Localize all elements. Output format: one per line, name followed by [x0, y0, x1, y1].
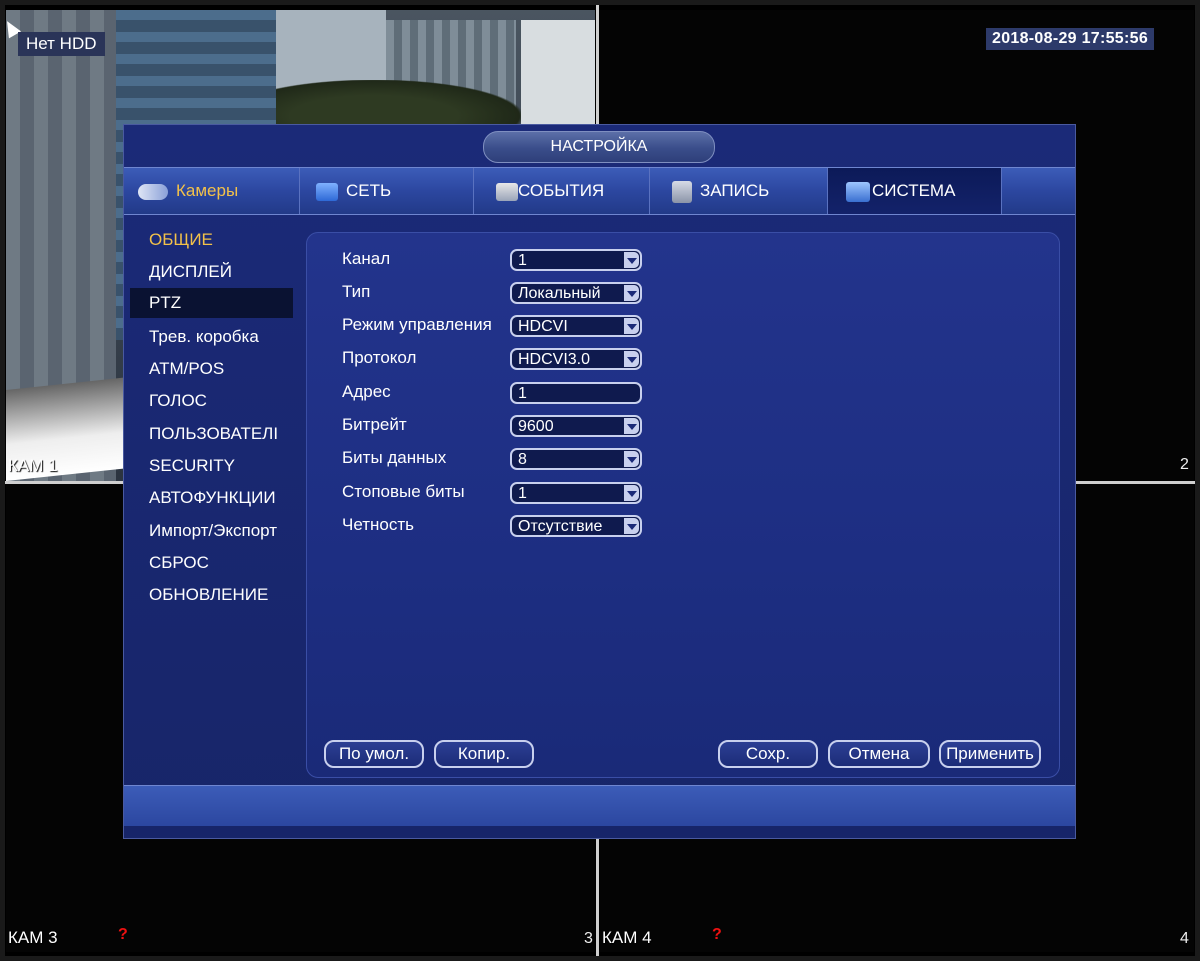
tab-record[interactable]: ЗАПИСЬ: [650, 168, 828, 214]
sidebar-item-ptz[interactable]: PTZ: [130, 288, 293, 318]
chevron-down-icon[interactable]: [624, 285, 639, 301]
datetime-display: 2018-08-29 17:55:56: [986, 28, 1155, 50]
chevron-down-icon[interactable]: [624, 252, 639, 268]
tab-label: СОБЫТИЯ: [518, 181, 605, 200]
network-icon: [316, 182, 338, 201]
field-label-baudrate: Битрейт: [342, 415, 407, 434]
field-label-stop-bits: Стоповые биты: [342, 482, 465, 501]
events-icon: [496, 182, 518, 201]
field-value: 9600: [518, 418, 554, 435]
field-label-channel: Канал: [342, 249, 391, 268]
copy-button[interactable]: Копир.: [434, 740, 534, 768]
field-value: Локальный: [518, 285, 601, 302]
tab-label: СЕТЬ: [346, 181, 392, 200]
field-label-parity: Четность: [342, 515, 414, 534]
chevron-down-icon[interactable]: [624, 318, 639, 334]
chevron-down-icon[interactable]: [624, 518, 639, 534]
main-tab-bar: Камеры СЕТЬ СОБЫТИЯ ЗАПИСЬ СИСТЕМА: [124, 167, 1075, 215]
field-value: 1: [518, 252, 527, 269]
sidebar-item-alarm-box[interactable]: Трев. коробка: [124, 322, 304, 352]
camera-icon: [138, 183, 168, 200]
tab-label: Камеры: [176, 181, 239, 200]
camera-number-2: 2: [1180, 456, 1189, 473]
default-button[interactable]: По умол.: [324, 740, 424, 768]
stop-bits-select[interactable]: 1: [510, 482, 642, 504]
building-right: [521, 20, 595, 130]
no-signal-icon: ?: [712, 926, 722, 943]
channel-select[interactable]: 1: [510, 249, 642, 271]
tab-system[interactable]: СИСТЕМА: [828, 168, 1002, 214]
sidebar-item-import-export[interactable]: Импорт/Экспорт: [124, 516, 304, 546]
field-value: 1: [518, 385, 527, 402]
cancel-button[interactable]: Отмена: [828, 740, 930, 768]
sidebar-item-general[interactable]: ОБЩИЕ: [124, 225, 304, 255]
address-input[interactable]: 1: [510, 382, 642, 404]
hdd-status: Нет HDD: [18, 32, 105, 56]
camera-label-3: КАМ 3: [8, 928, 58, 947]
save-button[interactable]: Сохр.: [718, 740, 818, 768]
camera-number-4: 4: [1180, 930, 1189, 947]
camera-number-3: 3: [584, 930, 593, 947]
tab-label: СИСТЕМА: [872, 181, 956, 200]
chevron-down-icon[interactable]: [624, 485, 639, 501]
field-label-data-bits: Биты данных: [342, 448, 447, 467]
sidebar-item-security[interactable]: SECURITY: [124, 451, 304, 481]
field-value: HDCVI: [518, 318, 568, 335]
sidebar-item-users[interactable]: ПОЛЬЗОВАТЕЛІ: [124, 419, 304, 449]
no-signal-icon: ?: [118, 926, 128, 943]
record-icon: [672, 180, 692, 203]
field-label-address: Адрес: [342, 382, 391, 401]
protocol-select[interactable]: HDCVI3.0: [510, 348, 642, 370]
tab-events[interactable]: СОБЫТИЯ: [474, 168, 650, 214]
chevron-down-icon[interactable]: [624, 418, 639, 434]
camera-label-4: КАМ 4: [602, 928, 652, 947]
system-icon: [846, 181, 870, 202]
sidebar-item-update[interactable]: ОБНОВЛЕНИЕ: [124, 580, 304, 610]
sidebar-item-auto-functions[interactable]: АВТОФУНКЦИИ: [124, 483, 304, 513]
field-label-protocol: Протокол: [342, 348, 417, 367]
sidebar-item-voice[interactable]: ГОЛОС: [124, 386, 304, 416]
field-value: HDCVI3.0: [518, 351, 591, 368]
ptz-settings-panel: Канал 1 Тип Локальный Режим управления H…: [306, 232, 1060, 778]
parity-select[interactable]: Отсутствие: [510, 515, 642, 537]
apply-button[interactable]: Применить: [939, 740, 1041, 768]
field-value: 8: [518, 451, 527, 468]
tab-cameras[interactable]: Камеры: [124, 168, 300, 214]
chevron-down-icon[interactable]: [624, 451, 639, 467]
type-select[interactable]: Локальный: [510, 282, 642, 304]
baudrate-select[interactable]: 9600: [510, 415, 642, 437]
sidebar-item-reset[interactable]: СБРОС: [124, 548, 304, 578]
field-value: 1: [518, 485, 527, 502]
settings-window: НАСТРОЙКА Камеры СЕТЬ СОБЫТИЯ ЗАПИСЬ СИС…: [123, 124, 1076, 839]
window-title: НАСТРОЙКА: [483, 131, 715, 163]
field-value: Отсутствие: [518, 518, 603, 535]
control-mode-select[interactable]: HDCVI: [510, 315, 642, 337]
field-label-type: Тип: [342, 282, 371, 301]
tab-label: ЗАПИСЬ: [700, 181, 770, 200]
window-bottom-bar: [124, 785, 1075, 826]
field-label-control-mode: Режим управления: [342, 315, 492, 334]
chevron-down-icon[interactable]: [624, 351, 639, 367]
data-bits-select[interactable]: 8: [510, 448, 642, 470]
tab-network[interactable]: СЕТЬ: [300, 168, 474, 214]
sidebar-item-atm-pos[interactable]: ATM/POS: [124, 354, 304, 384]
camera-label-1: КАМ 1: [8, 456, 58, 475]
sidebar-item-display[interactable]: ДИСПЛЕЙ: [124, 257, 304, 287]
